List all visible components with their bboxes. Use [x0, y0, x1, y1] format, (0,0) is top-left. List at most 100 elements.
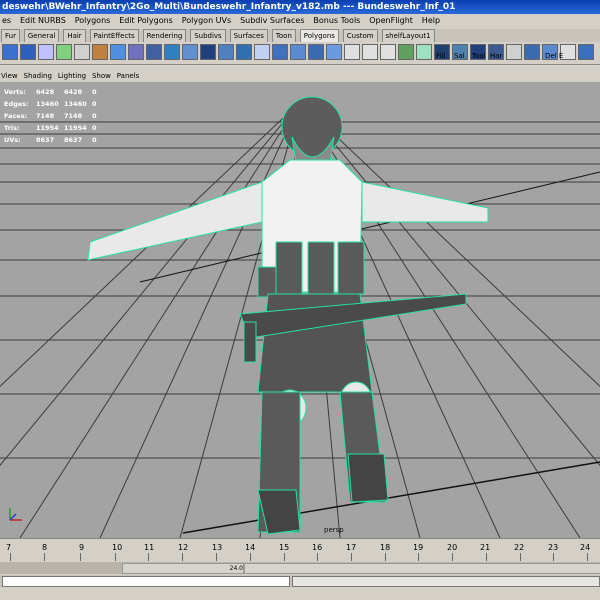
timeline-tick: 8	[42, 543, 48, 552]
poly-sphere-icon[interactable]	[2, 44, 18, 60]
quadrangulate-icon[interactable]	[272, 44, 288, 60]
smooth-icon[interactable]	[164, 44, 180, 60]
extrude-edge-icon[interactable]	[326, 44, 342, 60]
timeline-tick: 23	[548, 543, 559, 552]
separate-icon[interactable]	[128, 44, 144, 60]
split-poly-icon[interactable]	[416, 44, 432, 60]
timeline-tick: 17	[346, 543, 357, 552]
hud-value: 0	[92, 124, 97, 132]
command-input[interactable]	[2, 576, 290, 587]
hud-value: 6428	[36, 88, 55, 96]
merge-icon[interactable]	[524, 44, 540, 60]
timeline-tick: 11	[144, 543, 155, 552]
shelf-label-del-e: Del E	[545, 52, 564, 60]
menu-item-polygons[interactable]: Polygons	[75, 16, 111, 25]
menu-item-edit-nurbs[interactable]: Edit NURBS	[20, 16, 66, 25]
checker-icon[interactable]	[344, 44, 360, 60]
shelf-label-har: Har	[490, 52, 503, 60]
tab-painteffects[interactable]: PaintEffects	[89, 29, 139, 42]
panel-menu-panels[interactable]: Panels	[117, 72, 140, 80]
range-end-value: 24.0	[229, 565, 243, 572]
hud-value: 8637	[64, 136, 83, 144]
tab-hair[interactable]: Hair	[63, 29, 86, 42]
grid-axis-line	[182, 461, 600, 534]
hud-label-uvs: UVs:	[4, 136, 21, 144]
poly-cylinder-icon[interactable]	[38, 44, 54, 60]
tab-general[interactable]: General	[23, 29, 60, 42]
panel-menu-show[interactable]: Show	[92, 72, 111, 80]
menu-item-openflight[interactable]: OpenFlight	[369, 16, 413, 25]
timeline-tick: 16	[312, 543, 323, 552]
hud-label-faces: Faces:	[4, 112, 28, 120]
panel-menu-view[interactable]: View	[1, 72, 18, 80]
shelf-label-tool: Tool	[472, 52, 486, 60]
tab-subdivs[interactable]: Subdivs	[190, 29, 226, 42]
view-axis-gizmo	[9, 508, 22, 521]
tab-rendering[interactable]: Rendering	[142, 29, 187, 42]
menu-item-polygon-uvs[interactable]: Polygon UVs	[182, 16, 231, 25]
hud-value: 8637	[36, 136, 55, 144]
checker-icon-2[interactable]	[362, 44, 378, 60]
hud-label-verts: Verts:	[4, 88, 26, 96]
menu-item-help[interactable]: Help	[422, 16, 440, 25]
hud-value: 0	[92, 88, 97, 96]
combine-icon[interactable]	[110, 44, 126, 60]
persp-viewport[interactable]: Verts: 6428 6428 0 Edges: 13460 13460 0 Faces:…	[0, 82, 600, 538]
poly-cone-icon[interactable]	[56, 44, 72, 60]
boolean-icon[interactable]	[200, 44, 216, 60]
menu-item-bonus-tools[interactable]: Bonus Tools	[313, 16, 360, 25]
timeline-tick: 22	[514, 543, 525, 552]
tab-toon[interactable]: Toon	[271, 29, 296, 42]
timeline-tick: 24	[580, 543, 591, 552]
poly-torus-icon[interactable]	[92, 44, 108, 60]
hud-value: 13460	[64, 100, 87, 108]
tab-polygons[interactable]: Polygons	[299, 29, 339, 42]
shelf-label-sal: Sal	[454, 52, 465, 60]
poly-count-hud: Verts: 6428 6428 0 Edges: 13460 13460 0 Faces:…	[4, 86, 97, 146]
timeline-tick: 13	[212, 543, 223, 552]
command-line	[0, 575, 600, 587]
tab-custom[interactable]: Custom	[342, 29, 378, 42]
tab-shelflayout1[interactable]: shelfLayout1	[381, 29, 435, 42]
fill-hole-icon[interactable]	[290, 44, 306, 60]
shelf-tabs: Fur General Hair PaintEffects Rendering …	[0, 29, 600, 43]
extrude-face-icon[interactable]	[308, 44, 324, 60]
hud-value: 7148	[64, 112, 83, 120]
soldier-model[interactable]	[87, 96, 489, 535]
reduce-icon[interactable]	[218, 44, 234, 60]
timeline-tick: 14	[245, 543, 256, 552]
poly-cube-icon[interactable]	[20, 44, 36, 60]
range-track[interactable]	[244, 563, 600, 574]
hud-value: 11954	[64, 124, 87, 132]
menu-item-edit-polygons[interactable]: Edit Polygons	[119, 16, 173, 25]
scene-view	[0, 96, 600, 538]
hud-label-edges: Edges:	[4, 100, 29, 108]
del-edge-icon[interactable]	[506, 44, 522, 60]
timeline-tick: 15	[279, 543, 290, 552]
poly-plane-icon[interactable]	[74, 44, 90, 60]
range-field[interactable]: 24.0	[122, 563, 244, 574]
panel-menu-lighting[interactable]: Lighting	[58, 72, 86, 80]
uv-editor-icon[interactable]	[398, 44, 414, 60]
tab-fur[interactable]: Fur	[1, 29, 20, 42]
menu-item-es[interactable]: es	[2, 16, 11, 25]
shelf-toolbar: Fill Sal Tool Har Del E	[0, 42, 600, 65]
tab-surfaces[interactable]: Surfaces	[229, 29, 268, 42]
cleanup-icon[interactable]	[236, 44, 252, 60]
hud-value: 0	[92, 136, 97, 144]
range-slider[interactable]: 24.0	[0, 562, 600, 574]
extract-icon[interactable]	[146, 44, 162, 60]
hud-value: 6428	[64, 88, 83, 96]
panel-menu-shading[interactable]: Shading	[24, 72, 52, 80]
triangulate-icon[interactable]	[254, 44, 270, 60]
hud-value: 0	[92, 100, 97, 108]
timeline-tick: 12	[178, 543, 189, 552]
mirror-icon[interactable]	[182, 44, 198, 60]
time-slider[interactable]: 7 8 9 10 11 12 13 14 15 16 17 18 19 20 2…	[0, 538, 600, 563]
menu-item-subdiv-surfaces[interactable]: Subdiv Surfaces	[240, 16, 304, 25]
timeline-tick: 21	[480, 543, 491, 552]
hud-value: 7148	[36, 112, 55, 120]
cut-faces-icon[interactable]	[578, 44, 594, 60]
checker-icon-3[interactable]	[380, 44, 396, 60]
help-line	[0, 588, 600, 600]
